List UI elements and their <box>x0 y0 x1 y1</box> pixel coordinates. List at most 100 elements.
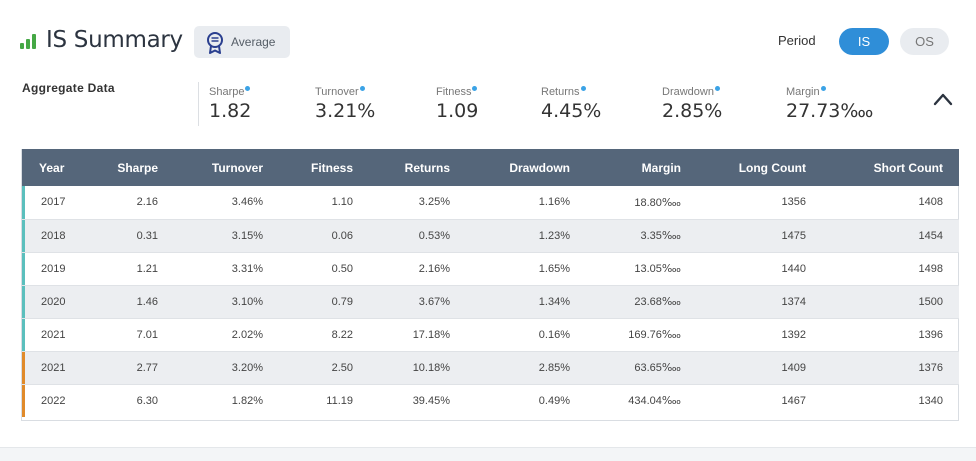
cell-sharpe: 1.21 <box>136 262 158 275</box>
year-text: 2022 <box>41 394 66 407</box>
metric-label: Fitness <box>436 86 478 98</box>
cell-long-count: 1374 <box>781 295 806 308</box>
info-dot-icon[interactable] <box>820 86 826 91</box>
column-header-drawdown[interactable]: Drawdown <box>450 149 570 186</box>
cell-long-count: 1440 <box>781 262 806 275</box>
table-row: 2019 1.21 3.31% 0.50 2.16% 1.65% 13.05‱ 1440 149… <box>22 252 959 285</box>
cell-returns: 0.53% <box>418 229 450 242</box>
metric-value: 2.85% <box>662 100 723 122</box>
year-text: 2017 <box>41 196 66 209</box>
cell-turnover: 3.10% <box>231 295 263 308</box>
cell-year: 2017 <box>22 186 114 219</box>
cell-drawdown: 0.16% <box>538 328 570 341</box>
cell-year: 2020 <box>22 285 114 318</box>
period-os-button[interactable]: OS <box>900 28 949 55</box>
cell-margin: 23.68‱ <box>634 296 681 308</box>
column-header-fitness[interactable]: Fitness <box>263 149 353 186</box>
cell-year: 2021 <box>22 351 114 384</box>
table-body: 2017 2.16 3.46% 1.10 3.25% 1.16% 18.80‱ 1356 140… <box>22 186 959 417</box>
column-header-short-count[interactable]: Short Count <box>806 149 959 186</box>
page-title: IS Summary <box>46 27 183 53</box>
aggregate-divider <box>198 82 199 126</box>
cell-year: 2018 <box>22 219 114 252</box>
cell-year: 2019 <box>22 252 114 285</box>
cell-short-count: 1454 <box>918 229 943 242</box>
cell-sharpe: 2.16 <box>136 196 158 209</box>
metric-label: Margin <box>786 86 826 98</box>
table-row: 2018 0.31 3.15% 0.06 0.53% 1.23% 3.35‱ 1475 1454 <box>22 219 959 252</box>
cell-drawdown: 1.65% <box>538 262 570 275</box>
cell-drawdown: 0.49% <box>538 394 570 407</box>
cell-fitness: 8.22 <box>331 328 353 341</box>
cell-short-count: 1376 <box>918 361 943 374</box>
metric-label: Returns <box>541 86 586 98</box>
table-row: 2022 6.30 1.82% 11.19 39.45% 0.49% 434.04‱ 1467… <box>22 384 959 417</box>
cell-sharpe: 2.77 <box>136 361 158 374</box>
column-header-margin[interactable]: Margin <box>570 149 681 186</box>
metric-value: 4.45% <box>541 100 602 122</box>
summary-header: IS Summary Average Period IS OS <box>0 0 976 70</box>
table-row: 2021 7.01 2.02% 8.22 17.18% 0.16% 169.76‱ 1392 1… <box>22 318 959 351</box>
cell-sharpe: 6.30 <box>136 394 158 407</box>
column-header-year[interactable]: Year <box>22 149 114 186</box>
cell-short-count: 1396 <box>918 328 943 341</box>
cell-returns: 10.18% <box>412 361 450 374</box>
metric-sharpe: Sharpe 1.82 <box>209 82 251 122</box>
cell-margin: 3.35‱ <box>640 230 682 242</box>
cell-year: 2021 <box>22 318 114 351</box>
cell-fitness: 0.50 <box>331 262 353 275</box>
cell-returns: 3.67% <box>418 295 450 308</box>
table-header-row: Year Sharpe Turnover Fitness Returns Dra… <box>22 149 959 186</box>
metric-returns: Returns 4.45% <box>541 82 601 122</box>
cell-short-count: 1408 <box>918 196 943 209</box>
average-badge[interactable]: Average <box>194 26 290 58</box>
column-header-long-count[interactable]: Long Count <box>681 149 806 186</box>
cell-margin: 434.04‱ <box>628 395 681 408</box>
year-text: 2020 <box>41 295 66 308</box>
ribbon-award-icon <box>207 32 223 54</box>
cell-returns: 3.25% <box>418 196 450 209</box>
cell-long-count: 1392 <box>781 328 806 341</box>
stats-table: Year Sharpe Turnover Fitness Returns Dra… <box>22 149 959 417</box>
cell-sharpe: 0.31 <box>136 229 158 242</box>
info-dot-icon[interactable] <box>580 86 586 91</box>
period-is-button[interactable]: IS <box>839 28 889 55</box>
cell-turnover: 2.02% <box>231 328 263 341</box>
metric-fitness: Fitness 1.09 <box>436 82 478 122</box>
cell-drawdown: 1.34% <box>538 295 570 308</box>
cell-short-count: 1500 <box>918 295 943 308</box>
cell-turnover: 3.46% <box>231 196 263 209</box>
chevron-up-icon[interactable] <box>932 92 954 106</box>
cell-returns: 17.18% <box>412 328 450 341</box>
cell-margin: 18.80‱ <box>634 196 681 209</box>
year-text: 2019 <box>41 262 66 275</box>
signal-bars-icon <box>20 34 38 49</box>
year-text: 2021 <box>41 328 66 341</box>
table-row: 2021 2.77 3.20% 2.50 10.18% 2.85% 63.65‱ 1409 13… <box>22 351 959 384</box>
column-header-turnover[interactable]: Turnover <box>158 149 263 186</box>
period-label: Period <box>778 33 816 48</box>
yearly-stats-table: Year Sharpe Turnover Fitness Returns Dra… <box>21 149 959 421</box>
cell-turnover: 3.15% <box>231 229 263 242</box>
metric-value: 27.73‱ <box>786 100 874 122</box>
period-indicator-bar <box>22 351 25 384</box>
cell-turnover: 3.31% <box>231 262 263 275</box>
cell-fitness: 1.10 <box>331 196 353 209</box>
info-dot-icon[interactable] <box>472 86 478 91</box>
metric-label: Sharpe <box>209 86 251 98</box>
metric-value: 1.09 <box>436 100 479 122</box>
cell-fitness: 0.06 <box>331 229 353 242</box>
metric-value: 1.82 <box>209 100 252 122</box>
column-header-returns[interactable]: Returns <box>353 149 450 186</box>
info-dot-icon[interactable] <box>245 86 251 91</box>
cell-sharpe: 7.01 <box>136 328 158 341</box>
info-dot-icon[interactable] <box>359 86 365 91</box>
cell-turnover: 1.82% <box>231 394 263 407</box>
metric-turnover: Turnover 3.21% <box>315 82 375 122</box>
info-dot-icon[interactable] <box>714 86 720 91</box>
period-indicator-bar <box>22 219 25 252</box>
table-row: 2020 1.46 3.10% 0.79 3.67% 1.34% 23.68‱ 1374 150… <box>22 285 959 318</box>
metric-label: Turnover <box>315 86 365 98</box>
cell-long-count: 1356 <box>781 196 806 209</box>
column-header-sharpe[interactable]: Sharpe <box>114 149 158 186</box>
